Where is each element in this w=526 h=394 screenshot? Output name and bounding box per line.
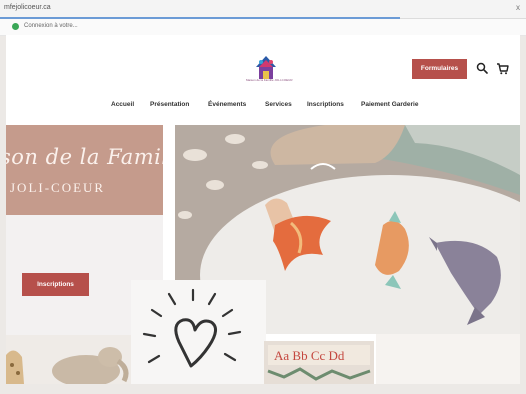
site-logo[interactable] xyxy=(253,53,279,89)
nav-item-services[interactable]: Services xyxy=(265,101,292,108)
website-page: Maison de la Famille JOLI-COEUR Formulai… xyxy=(6,35,520,384)
nav-item-accueil[interactable]: Accueil xyxy=(111,101,134,108)
nav-item-evenements[interactable]: Événements xyxy=(208,101,246,108)
cart-icon[interactable] xyxy=(496,62,509,75)
inscriptions-button[interactable]: Inscriptions xyxy=(22,273,89,296)
secure-icon xyxy=(12,23,19,30)
notice-text: Connexion à votre... xyxy=(24,23,78,29)
alphabet-text: Aa Bb Cc Dd xyxy=(274,348,345,363)
heart-decoration xyxy=(131,280,266,384)
browser-address-bar[interactable]: mfejolicoeur.ca x xyxy=(0,0,526,19)
close-icon[interactable]: x xyxy=(516,3,520,12)
brand-caps-text: JOLI-COEUR xyxy=(10,180,106,195)
connection-notice: Connexion à votre... xyxy=(0,19,526,36)
wooden-toy-image xyxy=(6,335,136,384)
formulaires-button[interactable]: Formulaires xyxy=(412,59,467,79)
url-text[interactable]: mfejolicoeur.ca xyxy=(4,4,51,11)
brand-banner: son de la Famille JOLI-COEUR xyxy=(6,125,163,215)
nav-item-inscriptions[interactable]: Inscriptions xyxy=(307,101,344,108)
search-icon[interactable] xyxy=(476,62,488,74)
alphabet-blocks-image: Aa Bb Cc Dd xyxy=(264,341,374,384)
logo-caption: Maison de la Famille JOLI-COEUR xyxy=(246,78,293,82)
main-nav: Accueil Présentation Événements Services… xyxy=(6,101,520,113)
nav-item-paiement-garderie[interactable]: Paiement Garderie xyxy=(361,101,418,108)
nav-item-presentation[interactable]: Présentation xyxy=(150,101,189,108)
brand-script-text: son de la Famille xyxy=(6,145,163,169)
right-image-strip xyxy=(376,334,520,384)
